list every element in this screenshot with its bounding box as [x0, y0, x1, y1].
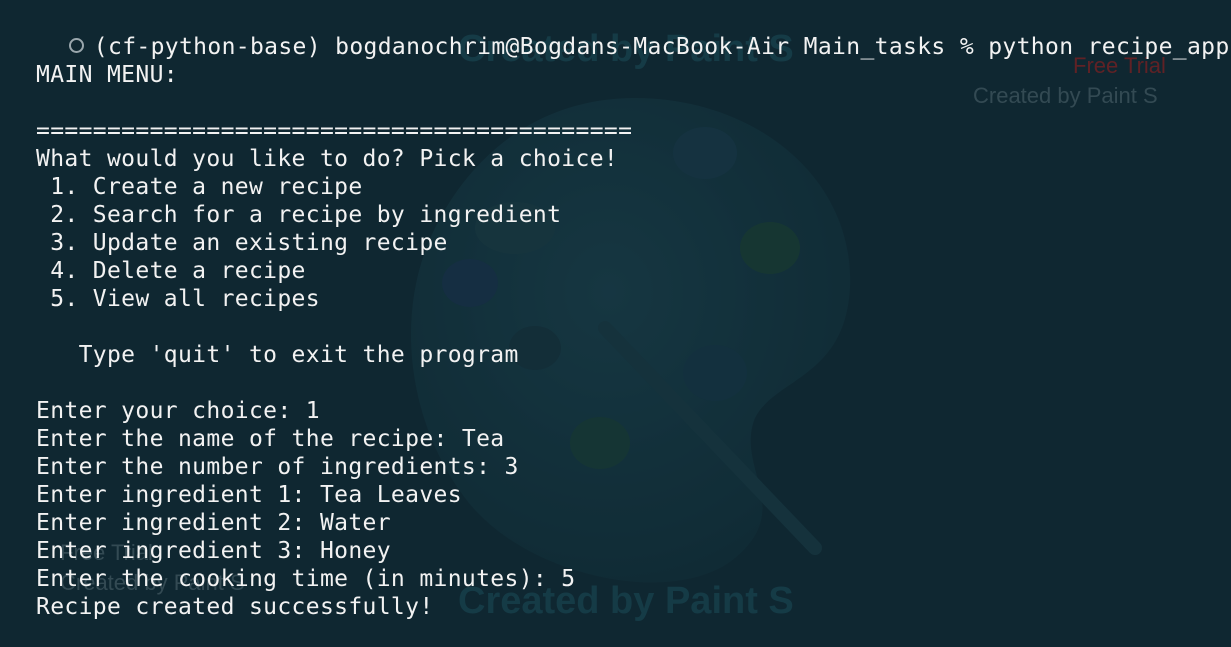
output-line-choice: Enter your choice: 1 [36, 398, 320, 424]
menu-option-4: 4. Delete a recipe [36, 258, 306, 284]
menu-option-3: 3. Update an existing recipe [36, 230, 448, 256]
output-line-ingredient-3: Enter ingredient 3: Honey [36, 538, 391, 564]
output-line-ingredient-1: Enter ingredient 1: Tea Leaves [36, 482, 462, 508]
output-line-cooking-time: Enter the cooking time (in minutes): 5 [36, 566, 576, 592]
output-line-recipe-name: Enter the name of the recipe: Tea [36, 426, 505, 452]
menu-option-5: 5. View all recipes [36, 286, 320, 312]
circle-outline-icon [68, 38, 84, 53]
watermark-text-right: Created by Paint S [973, 83, 1158, 108]
menu-question: What would you like to do? Pick a choice… [36, 146, 619, 172]
terminal-window[interactable]: Created by Paint S Free Trial Created by… [0, 0, 1231, 647]
command-prompt-text: (cf-python-base) bogdanochrim@Bogdans-Ma… [93, 34, 1231, 60]
command-prompt-line: (cf-python-base) bogdanochrim@Bogdans-Ma… [12, 5, 1231, 60]
output-line-ingredient-2: Enter ingredient 2: Water [36, 510, 391, 536]
menu-option-1: 1. Create a new recipe [36, 174, 363, 200]
quit-instruction: Type 'quit' to exit the program [36, 342, 519, 368]
output-line-success: Recipe created successfully! [36, 594, 434, 620]
output-line-ingredient-count: Enter the number of ingredients: 3 [36, 454, 519, 480]
menu-option-2: 2. Search for a recipe by ingredient [36, 202, 562, 228]
menu-heading: MAIN MENU: [36, 62, 178, 88]
separator-line: ========================================… [36, 118, 633, 144]
